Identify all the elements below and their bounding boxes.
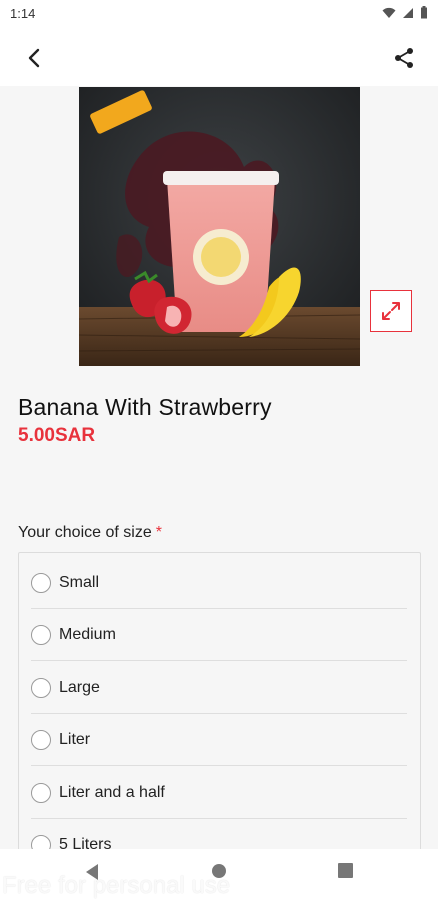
share-icon: [395, 48, 413, 68]
size-section-label: Your choice of size: [18, 524, 152, 541]
radio-button[interactable]: [31, 572, 51, 593]
share-button[interactable]: [388, 42, 420, 74]
arrow-left-icon: [28, 48, 40, 68]
nav-recents-button[interactable]: [338, 863, 353, 883]
size-option-medium[interactable]: Medium: [31, 609, 407, 661]
option-label: Medium: [59, 625, 116, 643]
option-label: Liter: [59, 730, 91, 748]
required-mark: *: [155, 524, 162, 541]
signal-icon: [403, 7, 413, 18]
app-bar: [0, 28, 438, 86]
back-button[interactable]: [18, 42, 50, 74]
size-option-liter[interactable]: Liter: [31, 714, 407, 766]
radio-button[interactable]: [31, 677, 51, 698]
battery-icon: [421, 6, 427, 19]
status-icons: [382, 6, 428, 19]
option-label: Small: [59, 573, 100, 591]
size-option-large[interactable]: Large: [31, 662, 407, 714]
radio-button[interactable]: [31, 782, 51, 803]
product-price: 5.00SAR: [18, 425, 96, 446]
radio-button[interactable]: [31, 624, 51, 645]
size-option-liter-and-half[interactable]: Liter and a half: [31, 767, 407, 819]
square-recents-icon: [338, 863, 353, 878]
expand-image-button[interactable]: [370, 290, 412, 332]
status-time: 1:14: [10, 6, 36, 21]
product-name: Banana With Strawberry: [18, 394, 272, 420]
product-photo: [79, 87, 360, 366]
radio-button[interactable]: [31, 729, 51, 750]
option-label: Liter and a half: [59, 783, 165, 801]
option-label: Large: [59, 678, 100, 696]
size-section-title: Your choice of size *: [18, 524, 162, 542]
size-options-list: Small Medium Large Liter Liter and a hal…: [18, 552, 421, 872]
wifi-icon: [382, 7, 396, 18]
watermark-text: Free for personal use: [2, 872, 231, 899]
status-bar: 1:14: [0, 0, 438, 28]
size-option-small[interactable]: Small: [31, 557, 407, 609]
product-image[interactable]: [79, 87, 360, 366]
expand-icon: [382, 302, 400, 320]
